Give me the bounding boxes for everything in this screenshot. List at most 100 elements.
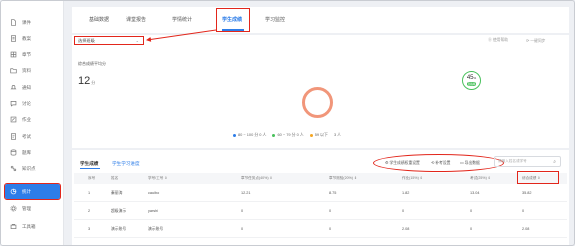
knowledge-icon: [9, 165, 17, 172]
tab-class-report[interactable]: 课堂报告: [126, 16, 146, 23]
sidebar-item-statistics[interactable]: 统计: [4, 183, 61, 200]
export-data-button[interactable]: ▭ 导出数据: [460, 160, 480, 166]
class-select[interactable]: 选择班级 ⌄: [74, 36, 144, 45]
tab-learning-progress[interactable]: 学生学习进度: [112, 161, 140, 167]
app-window: 课件 教案 章节 资料 通知 讨论 作业 考试 题库 知识点 统计 管理 工具箱…: [0, 0, 575, 246]
class-select-value: 选择班级: [78, 37, 95, 43]
sidebar-item-label: 教案: [22, 35, 31, 41]
sidebar-item-label: 讨论: [22, 100, 31, 106]
pass-rate-number: 45: [466, 75, 474, 81]
table-header: 序号 姓名 学号/工号 ⇕ 章节任务点(40%) ⇕ 章节测验(20%) ⇕ 作…: [74, 171, 567, 184]
highlight-box-composite: [517, 171, 559, 184]
sidebar-item-homework[interactable]: 作业: [5, 112, 60, 127]
sidebar-item-label: 考试: [22, 133, 31, 139]
table-cell: 3: [88, 227, 91, 231]
avg-score-number: 12: [78, 75, 91, 87]
avg-score-unit: 分: [91, 80, 96, 85]
chart-icon: [9, 188, 17, 195]
table-row: 2 超级演示 yarshi 0 0 0 0 0: [74, 203, 567, 220]
retake-settings-button[interactable]: ⟲ 补考设置: [431, 160, 450, 166]
subtab-active-indicator: [80, 168, 100, 169]
grid-icon: [9, 51, 17, 58]
folder-icon: [9, 67, 17, 74]
search-input[interactable]: 请输入姓名或学号 ⌕: [494, 156, 561, 167]
sidebar-item-label: 知识点: [22, 165, 36, 171]
sidebar-item-toolbox[interactable]: 工具箱: [5, 219, 60, 234]
toolbox-icon: [9, 223, 17, 230]
legend-dot: [309, 133, 313, 137]
column-header[interactable]: 章节任务点(40%) ⇕: [241, 176, 273, 181]
legend-item: 60 ~ 79 分 0 人: [272, 132, 304, 138]
pass-rate-unit: %: [473, 76, 477, 80]
sidebar-item-manage[interactable]: 管理: [5, 201, 60, 216]
pass-rate-label: 及格率: [466, 82, 477, 86]
table-row: 3 演示账号 演示账号 0 0 2.08 0 2.08: [74, 221, 567, 238]
tab-scores[interactable]: 学生成绩: [80, 161, 98, 167]
sidebar-item-label: 统计: [22, 188, 31, 194]
column-header[interactable]: 作业(15%) ⇕: [402, 176, 423, 181]
sync-button[interactable]: ⟳ 一键同步: [526, 38, 545, 44]
search-placeholder: 请输入姓名或学号: [498, 159, 527, 163]
sidebar-item-lesson-plan[interactable]: 教案: [5, 31, 60, 46]
score-distribution-donut: [302, 87, 333, 118]
table-row: 1 秦丽涛 cauibo 12.21 8.75 1.82 13.04 35.82: [74, 185, 567, 202]
weight-settings-button[interactable]: ⚙ 学生成绩权重设置: [385, 160, 420, 166]
sidebar-item-label: 课件: [22, 19, 31, 25]
table-cell: 35.82: [522, 191, 532, 195]
legend-label: 80 ~ 100 分 0 人: [238, 132, 267, 137]
sidebar-item-discussion[interactable]: 讨论: [5, 96, 60, 111]
sidebar-item-courseware[interactable]: 课件: [5, 15, 60, 30]
pass-rate-badge: 45% 及格率: [462, 71, 481, 90]
column-header[interactable]: 考试(25%) ⇕: [470, 176, 491, 181]
sidebar-item-label: 工具箱: [22, 223, 36, 229]
sidebar-item-question-bank[interactable]: 题库: [5, 145, 60, 160]
bell-icon: [9, 84, 17, 91]
column-header: 姓名: [111, 176, 119, 180]
notebook-icon: [9, 35, 17, 42]
legend-label: 60 ~ 79 分 0 人: [277, 132, 304, 137]
table-cell: 0: [241, 209, 244, 213]
database-icon: [9, 149, 17, 156]
table-cell: 1.82: [402, 191, 410, 195]
table-cell: 超级演示: [111, 209, 127, 213]
highlight-box-tab: [216, 8, 250, 32]
sidebar-item-label: 通知: [22, 84, 31, 90]
help-link[interactable]: ⓪ 使用帮助: [488, 38, 508, 43]
tab-learning-monitor[interactable]: 学习监控: [265, 16, 285, 23]
legend-item: 59 以下: [309, 132, 328, 138]
sidebar-item-label: 题库: [22, 149, 31, 155]
table-cell: 2.08: [402, 227, 410, 231]
table-cell: 12.21: [241, 191, 251, 195]
avg-score-value: 12分: [78, 75, 95, 87]
legend-dot: [233, 133, 236, 137]
edit-icon: [9, 116, 17, 123]
column-header[interactable]: 学号/工号 ⇕: [148, 176, 167, 181]
chevron-down-icon: ⌄: [135, 38, 139, 43]
table-cell: 1: [88, 191, 91, 195]
column-header[interactable]: 章节测验(20%) ⇕: [329, 176, 357, 181]
legend-label: 59 以下: [314, 132, 328, 137]
sidebar-item-chapters[interactable]: 章节: [5, 47, 60, 62]
table-cell: 秦丽涛: [111, 191, 123, 195]
tab-basic-data[interactable]: 基础数据: [89, 16, 109, 23]
sidebar-item-knowledge[interactable]: 知识点: [5, 161, 60, 176]
legend-label: 3 人: [333, 132, 342, 137]
sidebar-item-materials[interactable]: 资料: [5, 63, 60, 78]
sidebar-item-notices[interactable]: 通知: [5, 80, 60, 95]
scores-panel: 学生成绩 学生学习进度 ⚙ 学生成绩权重设置 ⟲ 补考设置 ▭ 导出数据 请输入…: [72, 150, 569, 245]
sidebar-item-exams[interactable]: 考试: [5, 129, 60, 144]
gear-icon: [9, 205, 17, 212]
pass-rate-value: 45%: [467, 75, 476, 81]
summary-panel: 选择班级 ⌄ ⓪ 使用帮助 ⟳ 一键同步 综合成绩平均分 12分 45% 及格率…: [72, 35, 569, 148]
table-cell: yarshi: [148, 209, 159, 213]
tab-learning-stats[interactable]: 学情统计: [172, 16, 192, 23]
file-icon: [9, 19, 17, 26]
table-cell: 0: [329, 209, 332, 213]
chat-icon: [9, 100, 17, 107]
legend-item: 3 人: [334, 132, 341, 138]
sidebar-item-label: 作业: [22, 116, 31, 122]
table-cell: 0: [329, 227, 332, 231]
sidebar-item-label: 管理: [22, 205, 31, 211]
search-icon[interactable]: ⌕: [553, 159, 556, 165]
table-cell: 8.75: [329, 191, 337, 195]
